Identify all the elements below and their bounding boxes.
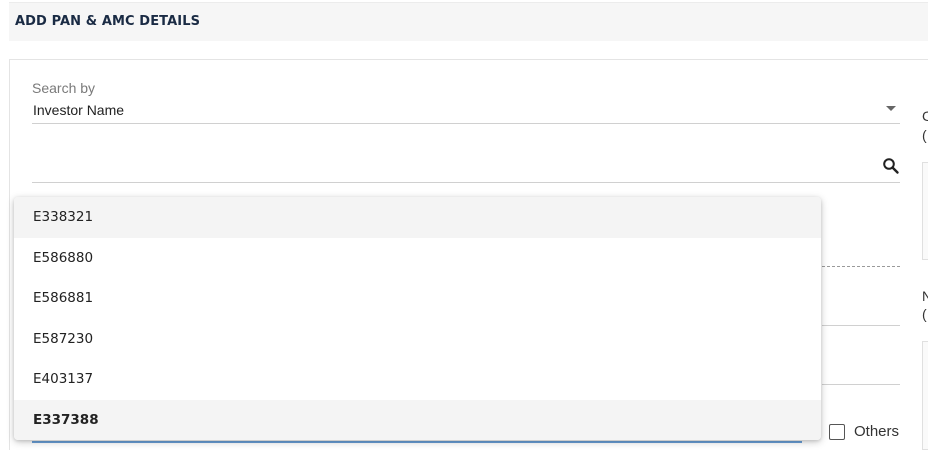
right-column-label-sub: ( — [922, 127, 927, 143]
dropdown-option[interactable]: E337388 — [14, 399, 821, 440]
dropdown-option[interactable]: E586880 — [14, 238, 821, 279]
search-by-select[interactable]: Investor Name — [32, 98, 900, 124]
search-by-value: Investor Name — [33, 102, 125, 118]
right-column-label: C — [922, 108, 928, 124]
others-label: Others — [854, 423, 900, 440]
right-column-box — [922, 341, 928, 450]
search-by-label: Search by — [32, 80, 96, 96]
right-column-label-sub: ( — [922, 306, 927, 322]
dropdown-option[interactable]: E403137 — [14, 359, 821, 400]
right-column-label: N — [922, 288, 928, 304]
field-underline — [822, 384, 900, 385]
page-title: ADD PAN & AMC DETAILS — [15, 14, 201, 29]
chevron-down-icon[interactable] — [886, 106, 896, 111]
others-checkbox[interactable] — [829, 424, 845, 440]
dropdown-option[interactable]: E338321 — [14, 197, 821, 238]
search-icon[interactable] — [882, 157, 900, 175]
dropdown-option[interactable]: E587230 — [14, 319, 821, 360]
search-field — [32, 150, 900, 183]
autocomplete-dropdown: E338321 E586880 E586881 E587230 E403137 … — [14, 197, 821, 440]
field-underline — [822, 325, 900, 326]
right-column-box — [922, 162, 928, 260]
page-header: ADD PAN & AMC DETAILS — [9, 2, 928, 41]
dashed-divider — [822, 266, 900, 267]
search-input[interactable] — [32, 150, 862, 182]
focused-field-underline — [32, 441, 802, 443]
dropdown-option[interactable]: E586881 — [14, 278, 821, 319]
